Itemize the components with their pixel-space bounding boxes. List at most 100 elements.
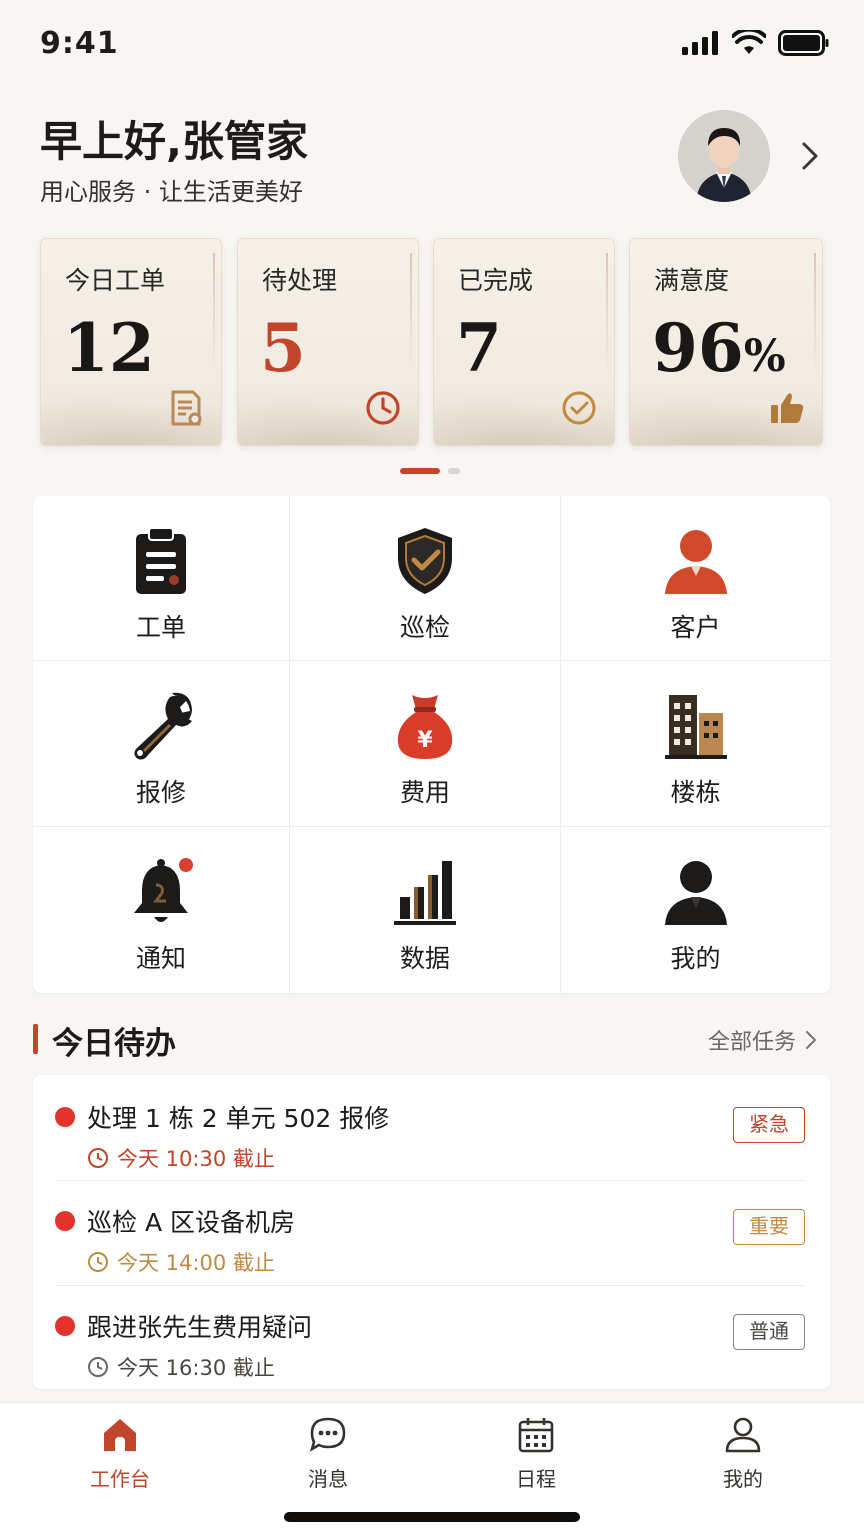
home-icon: [104, 1419, 136, 1451]
stat-card-satisfaction[interactable]: 满意度 96%: [629, 238, 823, 446]
clipboard-icon: [136, 527, 186, 594]
pager-dot-active: [400, 468, 440, 474]
todo-item[interactable]: 巡检 A 区设备机房 今天 14:00 截止 重要: [55, 1180, 805, 1284]
battery-icon: [778, 30, 829, 56]
avatar[interactable]: [678, 110, 770, 202]
tab-label: 日程: [516, 1467, 556, 1491]
thumbs-up-icon: [771, 393, 804, 423]
grid-label: 数据: [399, 944, 450, 973]
deadline-text: 今天 16:30 截止: [117, 1356, 275, 1380]
tab-messages[interactable]: 消息: [268, 1415, 388, 1495]
profile-icon: [725, 1417, 761, 1453]
avatar-portrait-icon: [678, 110, 770, 202]
all-tasks-link[interactable]: 全部任务: [708, 1024, 818, 1056]
priority-badge-important: 重要: [733, 1209, 805, 1245]
grid-label: 巡检: [399, 613, 450, 642]
customer-icon: [664, 530, 727, 594]
deadline-text: 今天 14:00 截止: [117, 1251, 275, 1275]
bar-chart-icon: [394, 861, 456, 925]
home-indicator: [284, 1512, 580, 1522]
todo-item[interactable]: 处理 1 栋 2 单元 502 报修 今天 10:30 截止 紧急: [55, 1083, 805, 1187]
grid-item-repair[interactable]: 报修: [33, 661, 290, 827]
tab-workbench[interactable]: 工作台: [60, 1415, 180, 1495]
stat-card-completed[interactable]: 已完成 7: [433, 238, 615, 446]
chevron-right-icon: [806, 1031, 817, 1049]
deadline-text: 今天 10:30 截止: [117, 1147, 275, 1171]
status-icons: [682, 30, 830, 56]
pager-dot: [448, 468, 460, 474]
grid-label: 工单: [135, 613, 186, 642]
user-icon: [664, 861, 727, 925]
todo-deadline: 今天 14:00 截止: [87, 1247, 275, 1277]
priority-dot: [55, 1316, 75, 1336]
clock-icon: [366, 391, 400, 425]
stat-label: 今日工单: [65, 266, 166, 295]
grid-label: 客户: [670, 613, 721, 642]
grid-item-notifications[interactable]: 通知: [33, 827, 290, 993]
greeting: 早上好,张管家: [40, 117, 308, 166]
todo-item[interactable]: 跟进张先生费用疑问 今天 16:30 截止 普通: [55, 1285, 805, 1389]
status-time: 9:41: [40, 26, 119, 61]
chevron-right-icon[interactable]: [796, 140, 824, 172]
function-grid: 工单 巡检 客户 报修 ¥ 费用 楼栋 通知 数据 我的: [33, 496, 830, 993]
money-bag-icon: ¥: [397, 695, 453, 759]
grid-item-orders[interactable]: 工单: [33, 496, 290, 661]
document-icon: [171, 390, 202, 426]
priority-dot: [55, 1107, 75, 1127]
priority-badge-normal: 普通: [733, 1314, 805, 1350]
signal-icon: [682, 31, 718, 55]
stat-value: 96%: [652, 309, 786, 387]
grid-label: 报修: [135, 778, 186, 807]
tab-label: 消息: [308, 1467, 348, 1491]
grid-label: 我的: [670, 944, 721, 973]
stat-value: 12: [63, 309, 155, 387]
check-circle-icon: [562, 391, 596, 425]
all-tasks-label: 全部任务: [707, 1030, 796, 1055]
grid-label: 通知: [135, 944, 186, 973]
status-bar: 9:41: [0, 0, 864, 90]
todo-title: 跟进张先生费用疑问: [87, 1313, 313, 1342]
todo-title: 处理 1 栋 2 单元 502 报修: [87, 1104, 390, 1133]
svg-text:¥: ¥: [417, 728, 433, 753]
stat-card-pending[interactable]: 待处理 5: [237, 238, 419, 446]
todo-deadline: 今天 10:30 截止: [87, 1143, 275, 1173]
section-accent-bar: [33, 1024, 38, 1054]
section-title: 今日待办: [52, 1026, 176, 1062]
bell-icon: [134, 858, 193, 922]
tab-mine[interactable]: 我的: [683, 1415, 803, 1495]
stat-label: 待处理: [262, 266, 338, 295]
grid-item-mine[interactable]: 我的: [561, 827, 830, 993]
stat-card-today-orders[interactable]: 今日工单 12: [40, 238, 222, 446]
todo-deadline: 今天 16:30 截止: [87, 1352, 275, 1382]
calendar-icon: [518, 1418, 554, 1453]
priority-dot: [55, 1211, 75, 1231]
wrench-icon: [134, 692, 192, 760]
wifi-icon: [732, 30, 766, 54]
stat-label: 满意度: [654, 266, 730, 295]
grid-item-data[interactable]: 数据: [290, 827, 561, 993]
tab-schedule[interactable]: 日程: [476, 1415, 596, 1495]
carousel-pager: [400, 468, 460, 474]
stat-value: 5: [260, 309, 306, 387]
grid-item-customers[interactable]: 客户: [561, 496, 830, 661]
grid-label: 费用: [399, 778, 450, 807]
stats-carousel[interactable]: 今日工单 12 待处理 5 已完成 7 满意度 96%: [40, 238, 824, 448]
todo-title: 巡检 A 区设备机房: [87, 1208, 295, 1237]
grid-item-buildings[interactable]: 楼栋: [561, 661, 830, 827]
todo-list: 处理 1 栋 2 单元 502 报修 今天 10:30 截止 紧急 巡检 A 区…: [33, 1075, 830, 1389]
clock-icon: [88, 1148, 108, 1168]
subtitle: 用心服务 · 让生活更美好: [40, 178, 303, 206]
priority-badge-urgent: 紧急: [733, 1107, 805, 1143]
grid-item-inspection[interactable]: 巡检: [290, 496, 561, 661]
building-icon: [664, 695, 727, 759]
grid-label: 楼栋: [670, 778, 721, 807]
grid-item-fees[interactable]: ¥ 费用: [290, 661, 561, 827]
stat-label: 已完成: [458, 266, 534, 295]
tab-label: 工作台: [90, 1467, 150, 1491]
shield-check-icon: [398, 528, 452, 594]
chat-icon: [309, 1417, 346, 1452]
clock-icon: [88, 1357, 108, 1377]
tab-label: 我的: [723, 1467, 763, 1491]
stat-value: 7: [456, 309, 502, 387]
clock-icon: [88, 1252, 108, 1272]
